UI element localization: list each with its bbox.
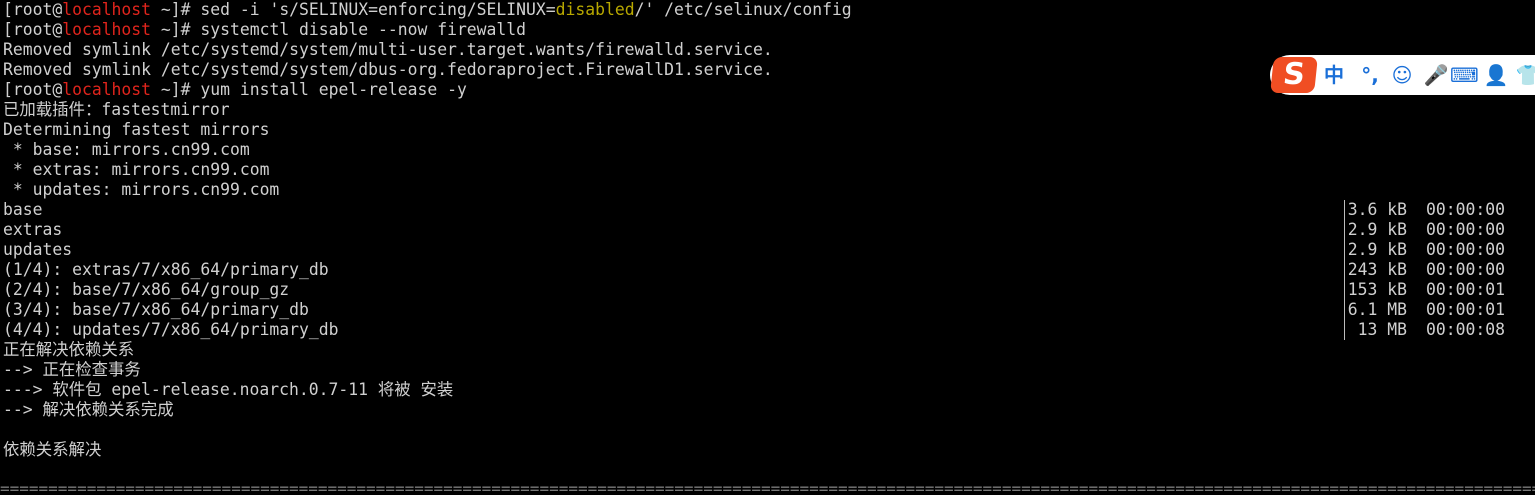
repo-stats: 6.1 MB 00:00:01	[1344, 300, 1505, 320]
punctuation-icon[interactable]: °,	[1356, 61, 1384, 89]
command-text: sed -i 's/SELINUX=enforcing/SELINUX=	[200, 0, 556, 19]
output-line: * extras: mirrors.cn99.com	[3, 160, 270, 179]
user-icon[interactable]: 👤	[1482, 61, 1510, 89]
repo-time: 00:00:01	[1426, 300, 1505, 319]
repo-size: 153 kB	[1347, 280, 1407, 299]
command-highlight: disabled	[555, 0, 635, 19]
emoji-icon[interactable]: ☺	[1388, 61, 1416, 89]
output-line: --> 解决依赖关系完成	[3, 400, 174, 419]
repo-time: 00:00:00	[1426, 220, 1505, 239]
repo-row: (1/4): extras/7/x86_64/primary_db 243 kB 0…	[3, 260, 1528, 280]
output-line: 依赖关系解决	[3, 440, 102, 459]
prompt-host: localhost	[62, 0, 152, 19]
command-text: yum install epel-release -y	[200, 80, 467, 99]
repo-row: base 3.6 kB 00:00:00	[3, 200, 1528, 220]
repo-stats: 243 kB 00:00:00	[1344, 260, 1505, 280]
prompt-host: localhost	[62, 20, 152, 39]
repo-size: 13 MB	[1357, 320, 1407, 339]
repo-time: 00:00:00	[1426, 240, 1505, 259]
repo-stats: 2.9 kB 00:00:00	[1344, 240, 1505, 260]
keyboard-icon[interactable]: ⌨	[1450, 61, 1479, 89]
repo-name: base	[3, 200, 43, 219]
output-line: ---> 软件包 epel-release.noarch.0.7-11 将被 安…	[3, 380, 454, 399]
command-text: systemctl disable --now firewalld	[200, 20, 527, 39]
prompt-user: [root@	[3, 0, 63, 19]
repo-row: updates 2.9 kB 00:00:00	[3, 240, 1528, 260]
repo-size: 2.9 kB	[1347, 220, 1407, 239]
repo-name: (2/4): base/7/x86_64/group_gz	[3, 280, 290, 299]
repo-name: (4/4): updates/7/x86_64/primary_db	[3, 320, 339, 339]
ime-logo-icon[interactable]: S	[1270, 57, 1318, 93]
repo-stats: 3.6 kB 00:00:00	[1344, 200, 1505, 220]
repo-name: (1/4): extras/7/x86_64/primary_db	[3, 260, 329, 279]
repo-time: 00:00:00	[1426, 200, 1505, 219]
ime-toolbar[interactable]: S 中 °, ☺ 🎤 ⌨ 👤 👕	[1270, 55, 1535, 95]
repo-stats: 153 kB 00:00:01	[1344, 280, 1505, 300]
repo-size: 243 kB	[1347, 260, 1407, 279]
repo-time: 00:00:00	[1426, 260, 1505, 279]
repo-row: (2/4): base/7/x86_64/group_gz 153 kB 00:00…	[3, 280, 1528, 300]
output-line: --> 正在检查事务	[3, 360, 141, 379]
repo-size: 6.1 MB	[1347, 300, 1407, 319]
repo-stats: 2.9 kB 00:00:00	[1344, 220, 1505, 240]
prompt-user: [root@	[3, 20, 63, 39]
repo-row: (3/4): base/7/x86_64/primary_db 6.1 MB 00:…	[3, 300, 1528, 320]
repo-name: extras	[3, 220, 63, 239]
prompt-line: [root@localhost ~]# sed -i 's/SELINUX=en…	[3, 0, 1528, 20]
prompt-suffix: ~]#	[151, 20, 201, 39]
output-line: 已加载插件：fastestmirror	[3, 100, 230, 119]
prompt-user: [root@	[3, 80, 63, 99]
separator-line: ========================================…	[0, 482, 1535, 495]
output-line: Determining fastest mirrors	[3, 120, 270, 139]
repo-name: updates	[3, 240, 73, 259]
repo-stats: 13 MB 00:00:08	[1344, 320, 1505, 340]
prompt-line: [root@localhost ~]# systemctl disable --…	[3, 20, 1528, 40]
prompt-host: localhost	[62, 80, 152, 99]
skin-icon[interactable]: 👕	[1514, 61, 1535, 89]
repo-row: (4/4): updates/7/x86_64/primary_db 13 MB 0…	[3, 320, 1528, 340]
repo-time: 00:00:08	[1426, 320, 1505, 339]
output-line: * base: mirrors.cn99.com	[3, 140, 250, 159]
microphone-icon[interactable]: 🎤	[1422, 61, 1450, 89]
prompt-suffix: ~]#	[151, 0, 201, 19]
repo-time: 00:00:01	[1426, 280, 1505, 299]
output-line: 正在解决依赖关系	[3, 340, 135, 359]
repo-size: 3.6 kB	[1347, 200, 1407, 219]
prompt-suffix: ~]#	[151, 80, 201, 99]
repo-name: (3/4): base/7/x86_64/primary_db	[3, 300, 309, 319]
repo-size: 2.9 kB	[1347, 240, 1407, 259]
command-text: /' /etc/selinux/config	[634, 0, 852, 19]
chinese-mode-icon[interactable]: 中	[1320, 61, 1348, 89]
repo-row: extras 2.9 kB 00:00:00	[3, 220, 1528, 240]
output-line: * updates: mirrors.cn99.com	[3, 180, 280, 199]
